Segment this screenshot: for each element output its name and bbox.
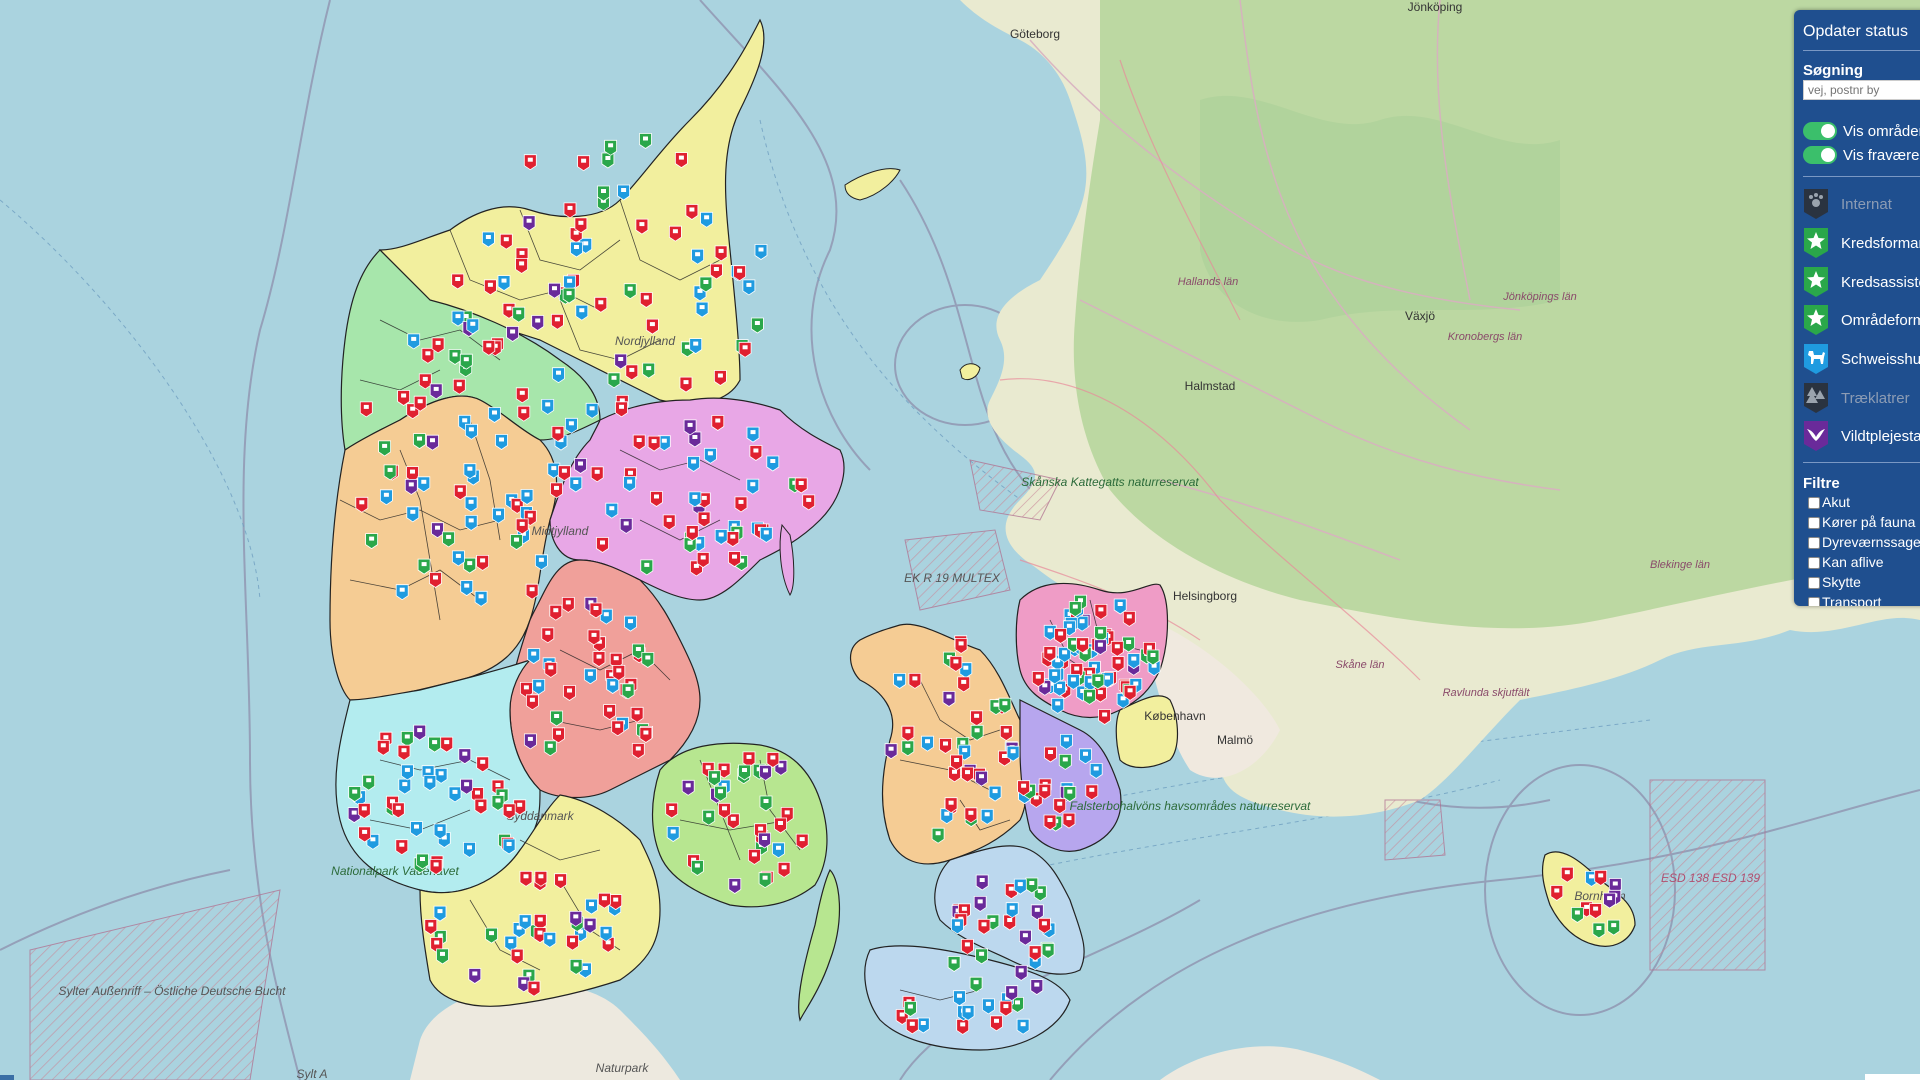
legend-label: Internat [1841,196,1892,213]
legend-label: Kredsassistent [1841,274,1920,291]
region-label: Blekinge län [1650,559,1710,571]
toggle-label: Vis fraværende [1843,147,1920,164]
filter-label: Dyreværnssager [1822,534,1920,550]
map-canvas[interactable]: Göteborg Jönköping Jönköpings län Hallands … [0,0,1920,1080]
region-label: Nordjylland [615,334,675,348]
reserve-label: Sylter Außenriff – Östliche Deutsche Buc… [59,984,287,998]
filter-label: Skytte [1822,574,1861,590]
filter-label: Akut [1822,494,1851,510]
reserve-label: Naturpark [596,1061,650,1075]
toggle-label: Vis områder [1843,123,1920,140]
tree-icon [1804,383,1828,413]
legend-item-vildtplejestation[interactable]: Vildtplejestation [1803,420,1920,452]
map-corner-control[interactable] [0,1075,14,1080]
region-label: Midtjylland [532,524,589,538]
divider [1803,176,1920,177]
legend-label: Træklatrer [1841,390,1910,407]
legend-label: Kredsformand [1841,235,1920,252]
filter-akut[interactable]: Akut [1808,494,1920,512]
search-label: Søgning [1803,62,1863,79]
checkbox[interactable] [1808,537,1820,549]
paw-icon [1804,189,1828,219]
reserve-label: Skånska Kattegatts naturreservat [1021,475,1199,489]
toggle-switch[interactable] [1803,146,1837,164]
legend-item-internat[interactable]: Internat [1803,188,1920,220]
filters-heading: Filtre [1803,475,1840,492]
legend-item-kredsassistent[interactable]: Kredsassistent [1803,266,1920,298]
update-status-button[interactable]: Opdater status [1803,23,1908,41]
toggle-vis-fravaerende[interactable]: Vis fraværende [1803,144,1920,166]
filter-dyrevaernssager[interactable]: Dyreværnssager [1808,534,1920,552]
reserve-label: Falsterbohalvöns havsområdes naturreserv… [1070,799,1311,813]
military-label: ESD 138 [1661,871,1709,885]
divider [1803,50,1920,51]
legend-item-omradeformand[interactable]: Områdeformand [1803,304,1920,336]
filter-skytte[interactable]: Skytte [1808,574,1920,592]
region-label: Jönköpings län [1502,291,1576,303]
city-label: Malmö [1217,733,1253,747]
checkbox[interactable] [1808,557,1820,569]
city-label: Jönköping [1408,0,1463,14]
star-icon [1804,305,1828,335]
region-label: Kronobergs län [1448,331,1523,343]
city-label: København [1144,709,1205,723]
legend-label: Områdeformand [1841,312,1920,329]
legend-item-traeklatrer[interactable]: Træklatrer [1803,382,1920,414]
control-panel: Opdater status Søgning Vis områder Vis f… [1794,10,1920,606]
star-icon [1804,228,1828,258]
city-label: Göteborg [1010,27,1060,41]
region-label: Hallands län [1178,276,1239,288]
star-icon [1804,267,1828,297]
checkbox[interactable] [1808,577,1820,589]
legend-item-kredsformand[interactable]: Kredsformand [1803,227,1920,259]
legend-label: Vildtplejestation [1841,428,1920,445]
filter-label: Kører på fauna [1822,514,1916,530]
filter-kan-aflive[interactable]: Kan aflive [1808,554,1920,572]
city-label: Växjö [1405,309,1435,323]
filter-transport[interactable]: Transport [1808,594,1920,606]
divider [1803,462,1920,463]
military-label: ESD 139 [1712,871,1760,885]
checkbox[interactable] [1808,497,1820,509]
dog-icon [1804,344,1828,374]
legend-item-schweisshund[interactable]: Schweisshund [1803,343,1920,375]
filter-label: Transport [1822,594,1882,606]
region-label: Skåne län [1336,659,1385,671]
toggle-vis-omrader[interactable]: Vis områder [1803,120,1920,142]
city-label: Helsingborg [1173,589,1237,603]
checkbox[interactable] [1808,517,1820,529]
legend-label: Schweisshund [1841,351,1920,368]
search-input[interactable] [1803,80,1920,100]
region-label: Ravlunda skjutfält [1443,687,1531,699]
checkbox[interactable] [1808,597,1820,606]
toggle-switch[interactable] [1803,122,1837,140]
filter-label: Kan aflive [1822,554,1884,570]
map-attribution-corner [1865,1074,1920,1080]
filter-korer-pa-fauna[interactable]: Kører på fauna [1808,514,1920,532]
city-label: Halmstad [1185,379,1236,393]
bird-icon [1804,421,1828,451]
other-label: Sylt A [297,1067,328,1080]
military-label: EK R 19 MULTEX [904,571,1001,585]
